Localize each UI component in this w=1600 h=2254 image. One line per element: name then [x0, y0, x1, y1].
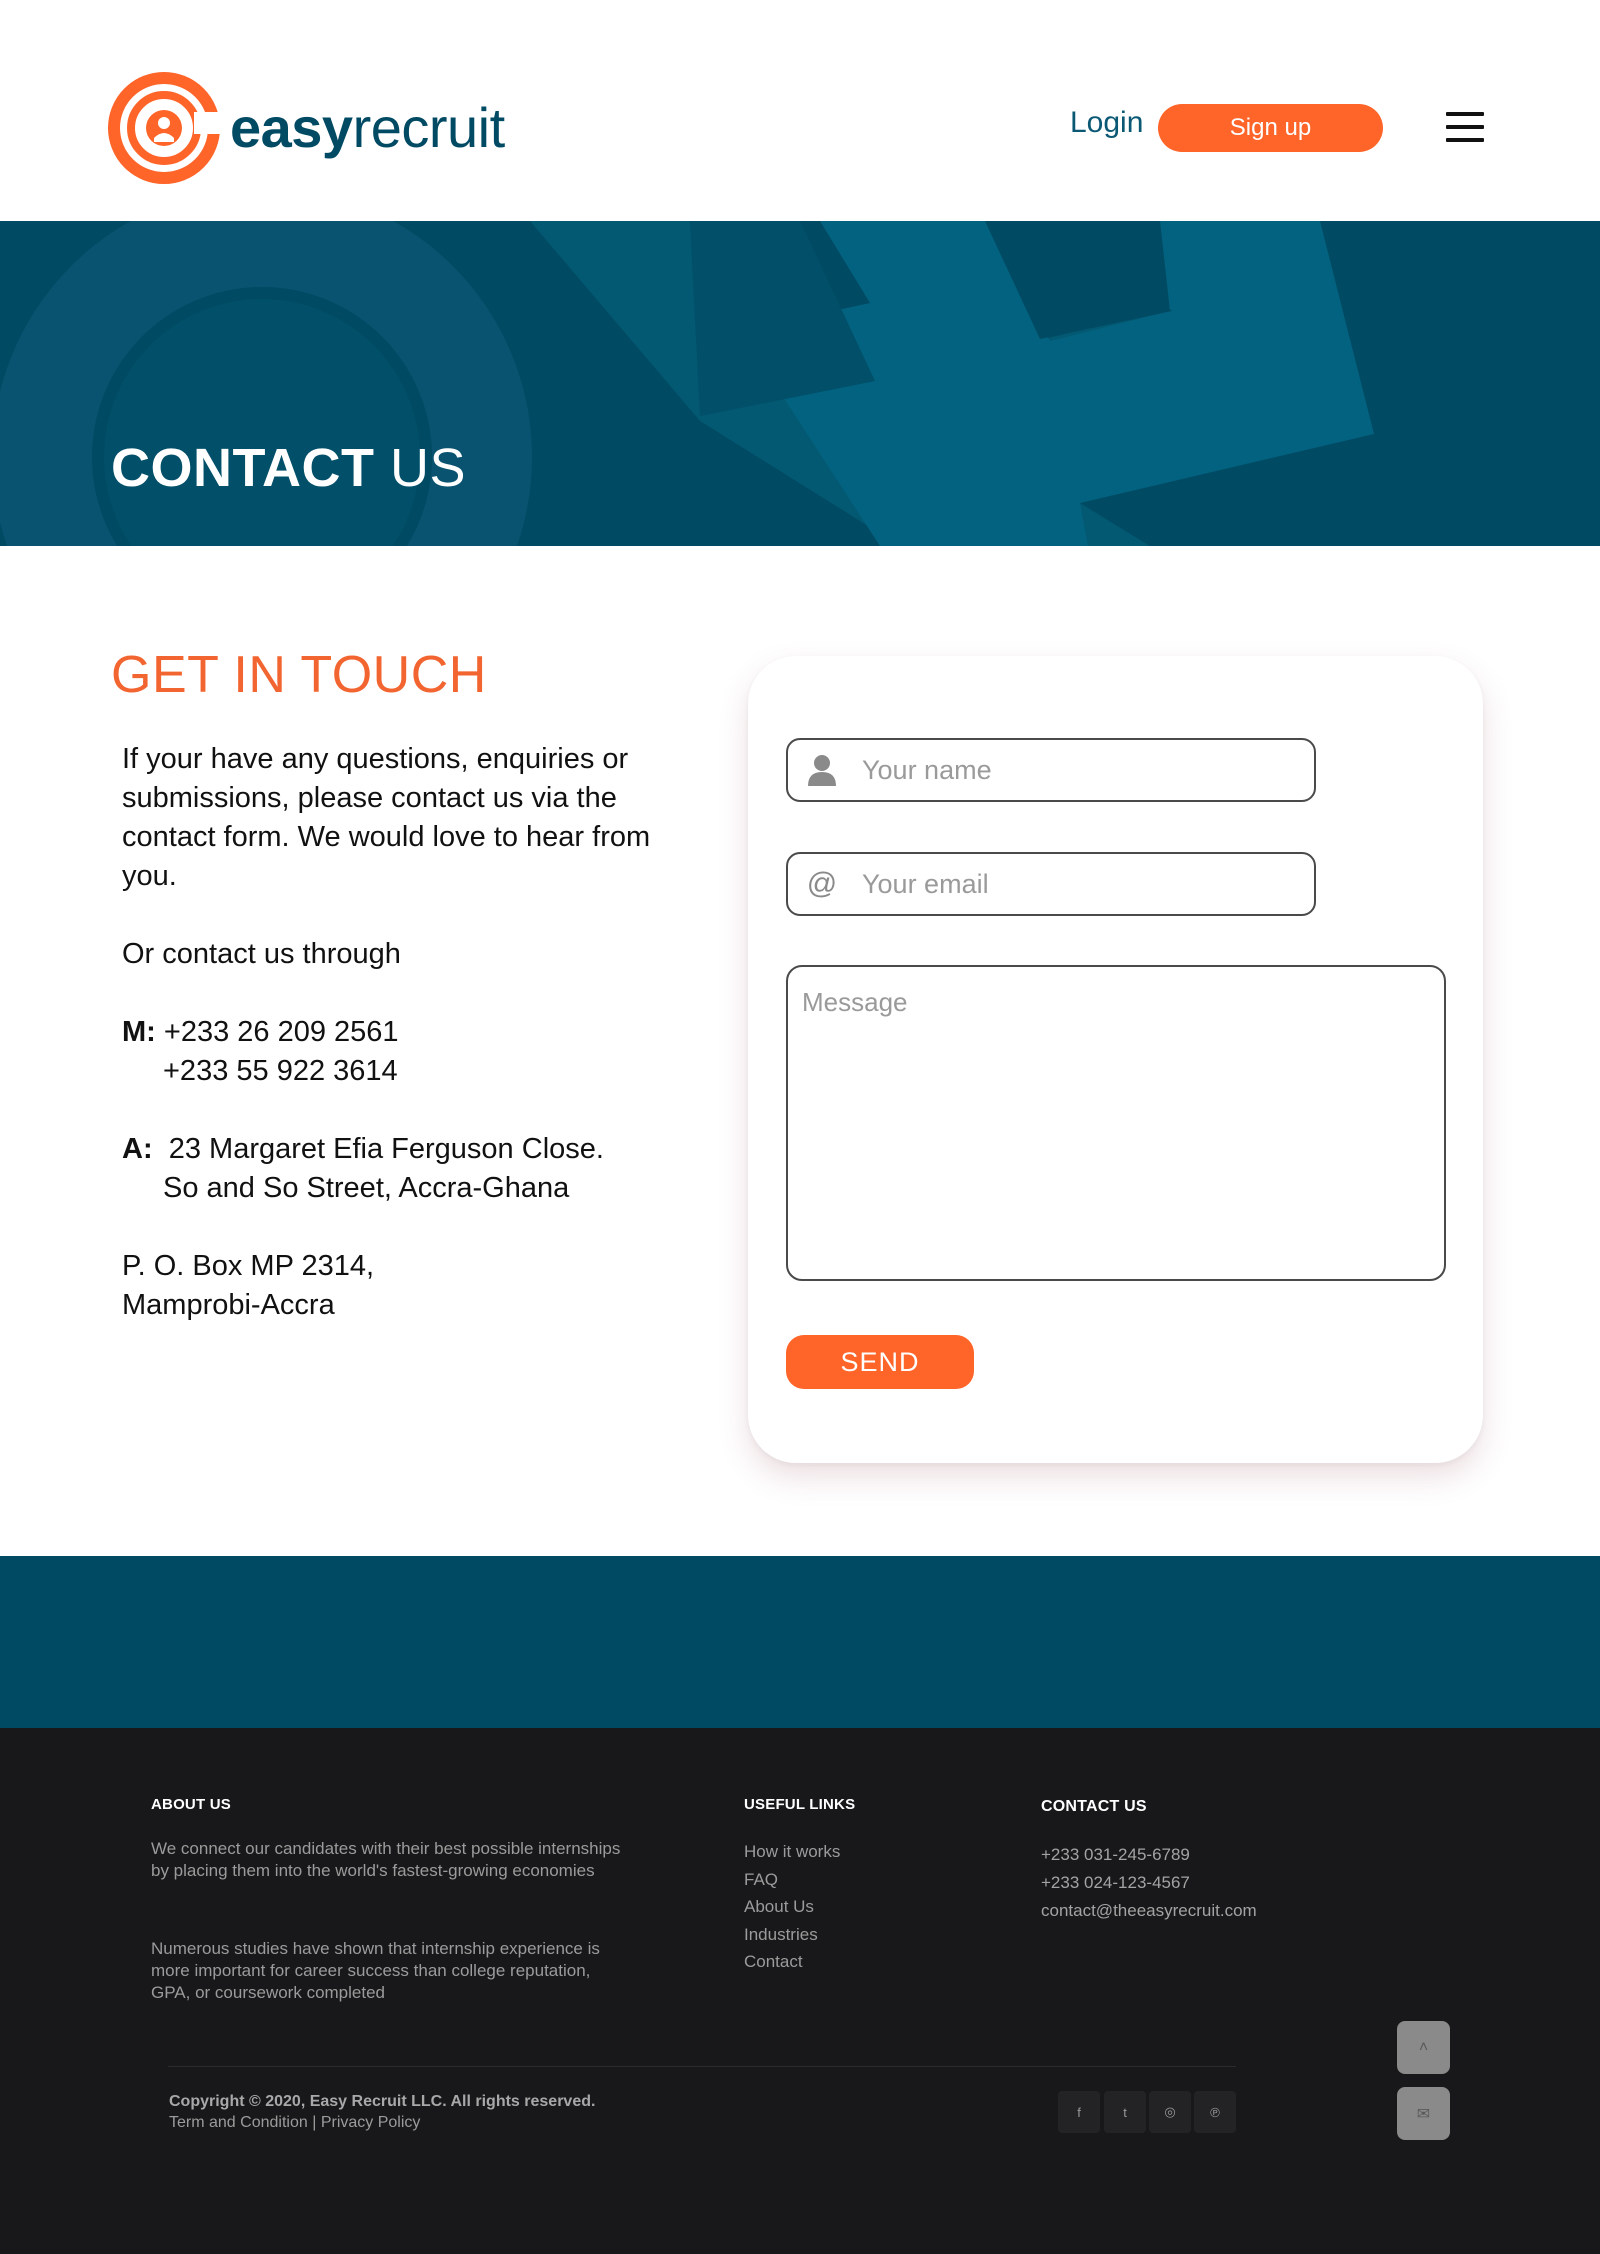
footer-divider: [168, 2066, 1236, 2067]
privacy-link[interactable]: Privacy Policy: [321, 2114, 421, 2131]
contact-intro: If your have any questions, enquiries or…: [122, 743, 651, 892]
hamburger-menu-icon[interactable]: [1446, 112, 1484, 142]
site-header: easyrecruit Login Sign up: [0, 0, 1600, 221]
copyright-text: Copyright © 2020, Easy Recruit LLC. All …: [169, 2093, 596, 2110]
terms-link[interactable]: Term and Condition: [169, 2114, 308, 2131]
footer-email[interactable]: contact@theeasyrecruit.com: [1041, 1897, 1257, 1925]
logo-wordmark: easyrecruit: [230, 96, 505, 159]
pinterest-icon[interactable]: ℗: [1194, 2091, 1236, 2133]
address-line-2: So and So Street, Accra-Ghana: [163, 1172, 570, 1204]
user-icon: [804, 752, 840, 788]
contact-through: Or contact us through: [122, 938, 401, 970]
address-line-1: 23 Margaret Efia Ferguson Close.: [168, 1133, 604, 1165]
address-label: A:: [122, 1133, 153, 1165]
site-footer: ABOUT US We connect our candidates with …: [0, 1728, 1600, 2254]
footer-contact-list: +233 031-245-6789 +233 024-123-4567 cont…: [1041, 1841, 1257, 1925]
phone-1: +233 26 209 2561: [163, 1016, 399, 1048]
phone-label: M:: [122, 1016, 156, 1048]
pobox-block: P. O. Box MP 2314, Mamprobi-Accra: [122, 1247, 662, 1325]
footer-about-heading: ABOUT US: [151, 1796, 231, 1813]
footer-phone-1: +233 031-245-6789: [1041, 1845, 1190, 1864]
footer-top-band: [0, 1556, 1600, 1728]
name-field[interactable]: [786, 738, 1316, 802]
mail-icon[interactable]: ✉: [1397, 2087, 1450, 2140]
send-button[interactable]: SEND: [786, 1335, 974, 1389]
footer-about-text-1: We connect our candidates with their bes…: [151, 1839, 621, 1880]
legal-links: Term and Condition | Privacy Policy: [169, 2114, 420, 2132]
logo-mark-icon: [108, 72, 220, 184]
footer-link-faq[interactable]: FAQ: [744, 1866, 840, 1894]
signup-button[interactable]: Sign up: [1158, 104, 1383, 152]
footer-link-industries[interactable]: Industries: [744, 1921, 840, 1949]
footer-links-heading: USEFUL LINKS: [744, 1796, 856, 1813]
contact-info: If your have any questions, enquiries or…: [122, 740, 662, 1364]
instagram-icon[interactable]: ◎: [1149, 2091, 1191, 2133]
twitter-icon[interactable]: t: [1104, 2091, 1146, 2133]
facebook-icon[interactable]: f: [1058, 2091, 1100, 2133]
message-textarea[interactable]: [786, 965, 1446, 1281]
address-block: A: 23 Margaret Efia Ferguson Close. So a…: [122, 1130, 662, 1208]
contact-form-card: @ SEND: [748, 656, 1483, 1463]
at-icon: @: [806, 867, 838, 900]
phone-2: +233 55 922 3614: [163, 1055, 398, 1087]
login-link[interactable]: Login: [1070, 106, 1143, 140]
page-title: CONTACT US: [111, 438, 466, 498]
legal-separator: |: [312, 2114, 317, 2131]
scroll-to-top-icon[interactable]: ˄: [1397, 2021, 1450, 2074]
footer-links-list: How it works FAQ About Us Industries Con…: [744, 1838, 840, 1976]
footer-about-text-2: Numerous studies have shown that interns…: [151, 1939, 600, 2002]
phone-block: M: +233 26 209 2561 +233 55 922 3614: [122, 1013, 662, 1091]
page-hero-banner: CONTACT US: [0, 221, 1600, 546]
footer-phone-2: +233 024-123-4567: [1041, 1873, 1190, 1892]
email-field[interactable]: @: [786, 852, 1316, 916]
pobox-line-2: Mamprobi-Accra: [122, 1289, 335, 1321]
pobox-line-1: P. O. Box MP 2314,: [122, 1250, 375, 1282]
name-input[interactable]: [862, 748, 1302, 792]
email-input[interactable]: [862, 862, 1302, 906]
easyrecruit-logo[interactable]: easyrecruit: [108, 72, 508, 184]
get-in-touch-heading: GET IN TOUCH: [111, 646, 487, 704]
footer-contact-heading: CONTACT US: [1041, 1798, 1147, 1815]
footer-link-about-us[interactable]: About Us: [744, 1893, 840, 1921]
footer-link-how-it-works[interactable]: How it works: [744, 1838, 840, 1866]
footer-link-contact[interactable]: Contact: [744, 1948, 840, 1976]
